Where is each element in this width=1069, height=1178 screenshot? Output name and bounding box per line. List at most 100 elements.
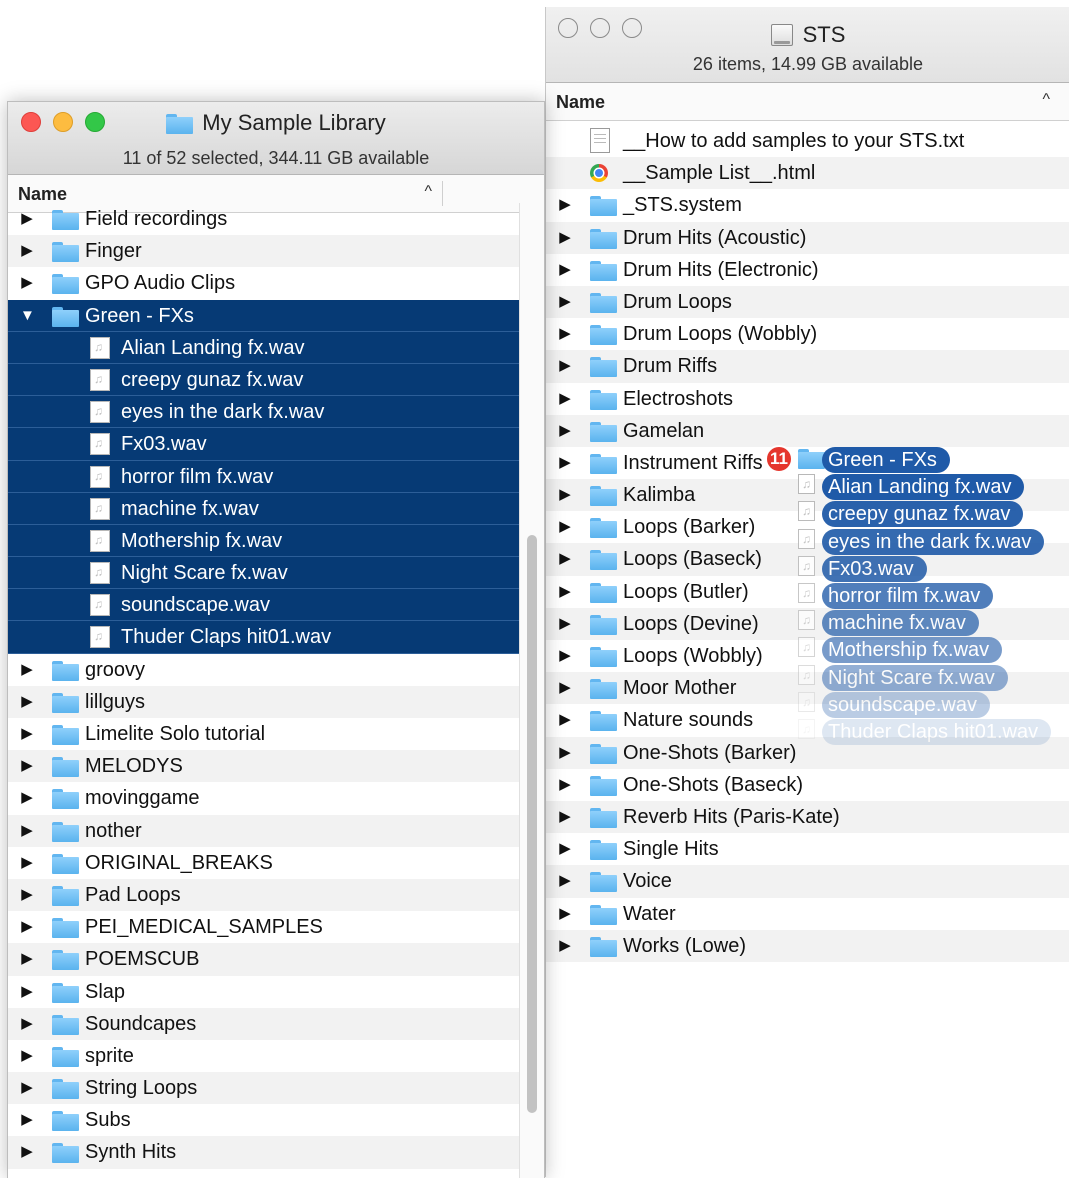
folder-row[interactable]: ▶ sprite bbox=[8, 1040, 520, 1072]
disclosure-closed-icon[interactable]: ▶ bbox=[558, 833, 572, 865]
disclosure-closed-icon[interactable]: ▶ bbox=[558, 318, 572, 350]
file-row[interactable]: ♫ Night Scare fx.wav bbox=[8, 557, 520, 590]
folder-row[interactable]: ▼ Green - FXs bbox=[8, 299, 520, 332]
disclosure-closed-icon[interactable]: ▶ bbox=[20, 815, 34, 847]
disclosure-closed-icon[interactable]: ▶ bbox=[558, 801, 572, 833]
file-row[interactable]: __Sample List__.html bbox=[546, 157, 1069, 190]
folder-row[interactable]: ▶ Drum Hits (Electronic) bbox=[546, 254, 1069, 286]
folder-row[interactable]: ▶ Drum Riffs bbox=[546, 350, 1069, 383]
disclosure-closed-icon[interactable]: ▶ bbox=[20, 750, 34, 782]
file-row[interactable]: ♫ Alian Landing fx.wav bbox=[8, 331, 520, 364]
file-row[interactable]: ♫ soundscape.wav bbox=[8, 589, 520, 622]
folder-row[interactable]: ▶ movinggame bbox=[8, 782, 520, 814]
folder-row[interactable]: ▶ Limelite Solo tutorial bbox=[8, 718, 520, 750]
disclosure-closed-icon[interactable]: ▶ bbox=[20, 943, 34, 975]
disclosure-open-icon[interactable]: ▼ bbox=[20, 300, 35, 332]
disclosure-closed-icon[interactable]: ▶ bbox=[558, 640, 572, 672]
disclosure-closed-icon[interactable]: ▶ bbox=[558, 737, 572, 769]
disclosure-closed-icon[interactable]: ▶ bbox=[20, 203, 34, 235]
folder-row[interactable]: ▶ MELODYS bbox=[8, 750, 520, 783]
disclosure-closed-icon[interactable]: ▶ bbox=[558, 383, 572, 415]
folder-row[interactable]: ▶ Reverb Hits (Paris-Kate) bbox=[546, 800, 1069, 834]
folder-row[interactable]: ▶ POEMSCUB bbox=[8, 943, 520, 976]
sts-name-column-header[interactable]: Name ^ bbox=[546, 83, 1069, 121]
disclosure-closed-icon[interactable]: ▶ bbox=[558, 865, 572, 897]
file-row[interactable]: ♫ Mothership fx.wav bbox=[8, 524, 520, 558]
disclosure-closed-icon[interactable]: ▶ bbox=[558, 543, 572, 575]
folder-row[interactable]: ▶ Drum Hits (Acoustic) bbox=[546, 221, 1069, 254]
folder-row[interactable]: ▶ _STS.system bbox=[546, 189, 1069, 221]
folder-row[interactable]: ▶ Single Hits bbox=[546, 833, 1069, 865]
folder-row[interactable]: ▶ One-Shots (Baseck) bbox=[546, 769, 1069, 801]
sort-ascending-icon[interactable]: ^ bbox=[424, 183, 432, 201]
folder-row[interactable]: ▶ GPO Audio Clips bbox=[8, 267, 520, 299]
disclosure-closed-icon[interactable]: ▶ bbox=[558, 286, 572, 318]
library-titlebar[interactable]: My Sample Library 11 of 52 selected, 344… bbox=[8, 102, 544, 175]
disclosure-closed-icon[interactable]: ▶ bbox=[558, 898, 572, 930]
disclosure-closed-icon[interactable]: ▶ bbox=[558, 350, 572, 382]
disclosure-closed-icon[interactable]: ▶ bbox=[20, 911, 34, 943]
disclosure-closed-icon[interactable]: ▶ bbox=[20, 235, 34, 267]
disclosure-closed-icon[interactable]: ▶ bbox=[558, 222, 572, 254]
disclosure-closed-icon[interactable]: ▶ bbox=[20, 686, 34, 718]
disclosure-closed-icon[interactable]: ▶ bbox=[558, 415, 572, 447]
disclosure-closed-icon[interactable]: ▶ bbox=[558, 189, 572, 221]
folder-row[interactable]: ▶ Finger bbox=[8, 235, 520, 268]
disclosure-closed-icon[interactable]: ▶ bbox=[20, 1072, 34, 1104]
disclosure-closed-icon[interactable]: ▶ bbox=[20, 782, 34, 814]
folder-row[interactable]: ▶ Subs bbox=[8, 1104, 520, 1136]
disclosure-closed-icon[interactable]: ▶ bbox=[20, 718, 34, 750]
folder-row[interactable]: ▶ String Loops bbox=[8, 1072, 520, 1105]
library-scrollbar[interactable] bbox=[519, 203, 544, 1178]
disclosure-closed-icon[interactable]: ▶ bbox=[558, 608, 572, 640]
disclosure-closed-icon[interactable]: ▶ bbox=[20, 267, 34, 299]
disclosure-closed-icon[interactable]: ▶ bbox=[558, 704, 572, 736]
disclosure-closed-icon[interactable]: ▶ bbox=[558, 930, 572, 962]
file-row[interactable]: __How to add samples to your STS.txt bbox=[546, 125, 1069, 157]
disclosure-closed-icon[interactable]: ▶ bbox=[558, 769, 572, 801]
folder-row[interactable]: ▶ Gamelan bbox=[546, 414, 1069, 447]
disclosure-closed-icon[interactable]: ▶ bbox=[20, 1104, 34, 1136]
disclosure-closed-icon[interactable]: ▶ bbox=[20, 654, 34, 686]
disclosure-closed-icon[interactable]: ▶ bbox=[20, 976, 34, 1008]
disclosure-closed-icon[interactable]: ▶ bbox=[558, 447, 572, 479]
disclosure-closed-icon[interactable]: ▶ bbox=[20, 1040, 34, 1072]
folder-row[interactable]: ▶ ORIGINAL_BREAKS bbox=[8, 847, 520, 879]
folder-row[interactable]: ▶ Slap bbox=[8, 976, 520, 1008]
disclosure-closed-icon[interactable]: ▶ bbox=[20, 879, 34, 911]
folder-row[interactable]: ▶ PEI_MEDICAL_SAMPLES bbox=[8, 911, 520, 943]
disclosure-closed-icon[interactable]: ▶ bbox=[20, 847, 34, 879]
disclosure-closed-icon[interactable]: ▶ bbox=[558, 672, 572, 704]
file-row[interactable]: ♫ horror film fx.wav bbox=[8, 460, 520, 493]
file-row[interactable]: ♫ eyes in the dark fx.wav bbox=[8, 396, 520, 429]
library-file-list[interactable]: ▶ Field recordings ▶ Finger ▶ GPO Audio Clips… bbox=[8, 203, 520, 1178]
folder-row[interactable]: ▶ Drum Loops (Wobbly) bbox=[546, 318, 1069, 350]
scroll-thumb[interactable] bbox=[527, 535, 537, 1113]
sort-ascending-icon[interactable]: ^ bbox=[1042, 91, 1050, 109]
disclosure-closed-icon[interactable]: ▶ bbox=[558, 479, 572, 511]
folder-icon bbox=[590, 904, 617, 925]
folder-row[interactable]: ▶ Field recordings bbox=[8, 203, 520, 235]
file-row[interactable]: ♫ Thuder Claps hit01.wav bbox=[8, 621, 520, 654]
folder-row[interactable]: ▶ Electroshots bbox=[546, 383, 1069, 415]
folder-row[interactable]: ▶ Pad Loops bbox=[8, 878, 520, 912]
sts-titlebar[interactable]: STS 26 items, 14.99 GB available bbox=[546, 7, 1069, 83]
folder-row[interactable]: ▶ nother bbox=[8, 814, 520, 847]
folder-row[interactable]: ▶ Water bbox=[546, 898, 1069, 930]
folder-row[interactable]: ▶ Works (Lowe) bbox=[546, 929, 1069, 962]
folder-row[interactable]: ▶ Soundcapes bbox=[8, 1007, 520, 1040]
file-row[interactable]: ♫ Fx03.wav bbox=[8, 428, 520, 461]
disclosure-closed-icon[interactable]: ▶ bbox=[558, 254, 572, 286]
folder-row[interactable]: ▶ lillguys bbox=[8, 685, 520, 718]
disclosure-closed-icon[interactable]: ▶ bbox=[20, 1136, 34, 1168]
disclosure-closed-icon[interactable]: ▶ bbox=[20, 1008, 34, 1040]
disclosure-closed-icon[interactable]: ▶ bbox=[558, 576, 572, 608]
folder-row[interactable]: ▶ groovy bbox=[8, 654, 520, 686]
folder-row[interactable]: ▶ Voice bbox=[546, 865, 1069, 898]
disclosure-closed-icon[interactable]: ▶ bbox=[558, 511, 572, 543]
folder-row[interactable]: ▶ Synth Hits bbox=[8, 1136, 520, 1169]
folder-row[interactable]: ▶ Drum Loops bbox=[546, 285, 1069, 319]
file-row[interactable]: ♫ machine fx.wav bbox=[8, 492, 520, 525]
file-row[interactable]: ♫ creepy gunaz fx.wav bbox=[8, 363, 520, 397]
folder-icon bbox=[52, 789, 79, 810]
